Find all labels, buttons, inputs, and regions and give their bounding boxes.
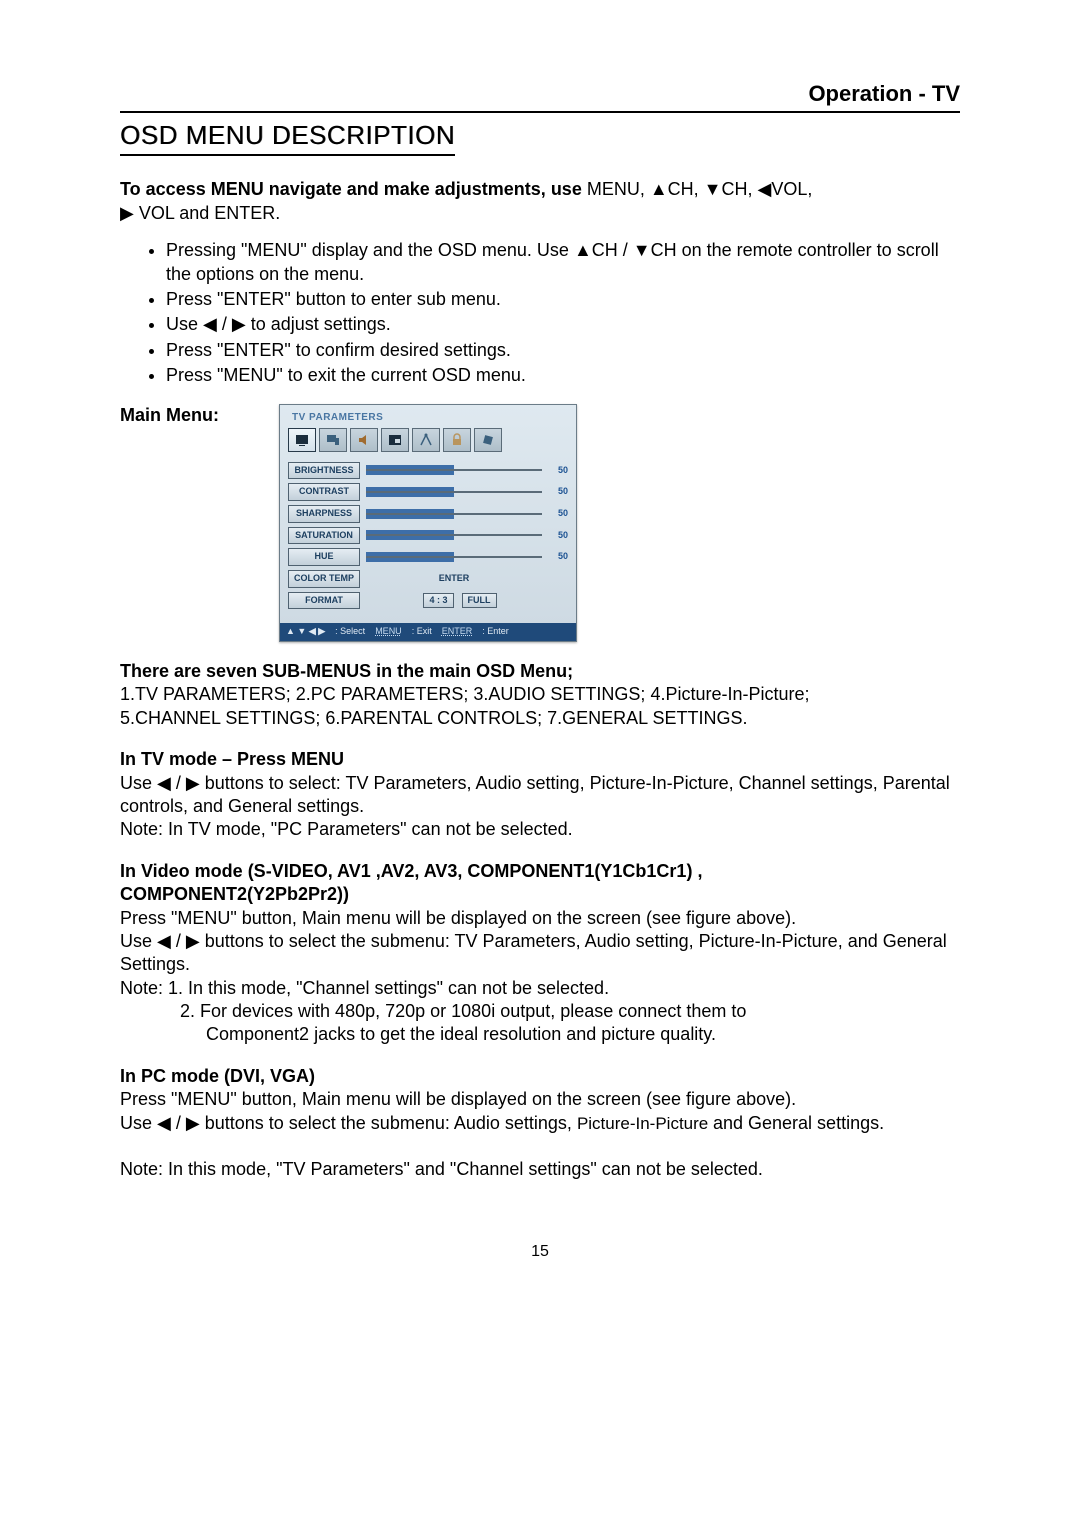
video-mode-head: In Video mode (S-VIDEO, AV1 ,AV2, AV3, C… — [120, 860, 960, 907]
main-menu-row: Main Menu: TV PARAMETERS BRIGHTNESS 50 C… — [120, 404, 960, 643]
osd-value: 50 — [548, 508, 568, 520]
video-mode-note1: Note: 1. In this mode, "Channel settings… — [120, 977, 960, 1000]
pc-mode-p2c: and General settings. — [713, 1113, 884, 1133]
intro-rest1: MENU, ▲CH, ▼CH, ◀VOL, — [587, 179, 813, 199]
osd-label: BRIGHTNESS — [288, 462, 360, 480]
osd-slider — [366, 552, 542, 562]
pc-mode-head: In PC mode (DVI, VGA) — [120, 1065, 960, 1088]
osd-row-contrast: CONTRAST 50 — [288, 483, 568, 501]
osd-slider — [366, 530, 542, 540]
osd-slider — [366, 487, 542, 497]
list-item: Press "ENTER" to confirm desired setting… — [166, 339, 960, 362]
osd-tab-channel-icon — [412, 428, 440, 452]
list-item: Pressing "MENU" display and the OSD menu… — [166, 239, 960, 286]
osd-tab-general-icon — [474, 428, 502, 452]
page-number: 15 — [120, 1242, 960, 1263]
osd-title: TV PARAMETERS — [292, 411, 568, 424]
pc-mode-p2: Use ◀ / ▶ buttons to select the submenu:… — [120, 1112, 960, 1135]
list-item: Press "MENU" to exit the current OSD men… — [166, 364, 960, 387]
osd-tab-pc-icon — [319, 428, 347, 452]
submenus-line2: 5.CHANNEL SETTINGS; 6.PARENTAL CONTROLS;… — [120, 707, 960, 730]
video-mode-p1: Press "MENU" button, Main menu will be d… — [120, 907, 960, 930]
osd-hint-arrows: ▲ ▼ ◀ ▶ — [286, 626, 325, 638]
video-mode-p2: Use ◀ / ▶ buttons to select the submenu:… — [120, 930, 960, 977]
pc-mode-note: Note: In this mode, "TV Parameters" and … — [120, 1158, 960, 1181]
osd-format-option: 4 : 3 — [423, 593, 453, 609]
osd-tab-tv-icon — [288, 428, 316, 452]
submenus-head: There are seven SUB-MENUS in the main OS… — [120, 660, 960, 683]
osd-tab-pip-icon — [381, 428, 409, 452]
intro-text: To access MENU navigate and make adjustm… — [120, 178, 960, 225]
video-mode-note3: Component2 jacks to get the ideal resolu… — [206, 1023, 960, 1046]
osd-figure: TV PARAMETERS BRIGHTNESS 50 CONTRAST 50 … — [279, 404, 577, 643]
osd-hint-menu: MENU — [375, 626, 402, 638]
osd-tab-audio-icon — [350, 428, 378, 452]
pc-mode-p2a: Use ◀ / ▶ buttons to select the submenu:… — [120, 1113, 577, 1133]
video-mode-head-line1: In Video mode (S-VIDEO, AV1 ,AV2, AV3, C… — [120, 861, 702, 881]
osd-slider — [366, 509, 542, 519]
osd-label: CONTRAST — [288, 483, 360, 501]
list-item: Press "ENTER" button to enter sub menu. — [166, 288, 960, 311]
osd-row-format: FORMAT 4 : 3 FULL — [288, 592, 568, 610]
osd-hint-enter: ENTER — [442, 626, 473, 638]
osd-row-saturation: SATURATION 50 — [288, 527, 568, 545]
intro-bold: To access MENU navigate and make adjustm… — [120, 179, 587, 199]
osd-row-sharpness: SHARPNESS 50 — [288, 505, 568, 523]
submenus-line1: 1.TV PARAMETERS; 2.PC PARAMETERS; 3.AUDI… — [120, 683, 960, 706]
osd-value: 50 — [548, 551, 568, 563]
osd-tab-parental-icon — [443, 428, 471, 452]
pc-mode-p2b: Picture-In-Picture — [577, 1114, 713, 1133]
osd-value: 50 — [548, 530, 568, 542]
instruction-list: Pressing "MENU" display and the OSD menu… — [166, 239, 960, 387]
osd-color-temp-value: ENTER — [360, 573, 548, 585]
header-bar: Operation - TV — [120, 80, 960, 113]
osd-label: SHARPNESS — [288, 505, 360, 523]
page-header-title: Operation - TV — [808, 80, 960, 109]
osd-hint-bar: ▲ ▼ ◀ ▶ : Select MENU : Exit ENTER : Ent… — [280, 623, 576, 641]
list-item: Use ◀ / ▶ to adjust settings. — [166, 313, 960, 336]
pc-mode-p1: Press "MENU" button, Main menu will be d… — [120, 1088, 960, 1111]
osd-label: SATURATION — [288, 527, 360, 545]
tv-mode-head: In TV mode – Press MENU — [120, 748, 960, 771]
video-mode-note2: 2. For devices with 480p, 720p or 1080i … — [180, 1000, 960, 1023]
tv-mode-p2: Note: In TV mode, "PC Parameters" can no… — [120, 818, 960, 841]
osd-row-hue: HUE 50 — [288, 548, 568, 566]
osd-row-brightness: BRIGHTNESS 50 — [288, 462, 568, 480]
tv-mode-p1: Use ◀ / ▶ buttons to select: TV Paramete… — [120, 772, 960, 819]
main-menu-label: Main Menu: — [120, 404, 219, 427]
osd-row-color-temp: COLOR TEMP ENTER — [288, 570, 568, 588]
intro-rest2: ▶ VOL and ENTER. — [120, 203, 280, 223]
osd-label: HUE — [288, 548, 360, 566]
osd-hint-exit: : Exit — [412, 626, 432, 638]
osd-slider — [366, 465, 542, 475]
osd-hint-select: : Select — [335, 626, 365, 638]
osd-value: 50 — [548, 486, 568, 498]
osd-label: FORMAT — [288, 592, 360, 610]
osd-format-option: FULL — [462, 593, 497, 609]
osd-label: COLOR TEMP — [288, 570, 360, 588]
osd-value: 50 — [548, 465, 568, 477]
section-title: OSD MENU DESCRIPTION — [120, 119, 455, 157]
video-mode-head-line2: COMPONENT2(Y2Pb2Pr2)) — [120, 884, 349, 904]
osd-tab-icons — [288, 428, 568, 452]
osd-hint-enter-label: : Enter — [482, 626, 509, 638]
